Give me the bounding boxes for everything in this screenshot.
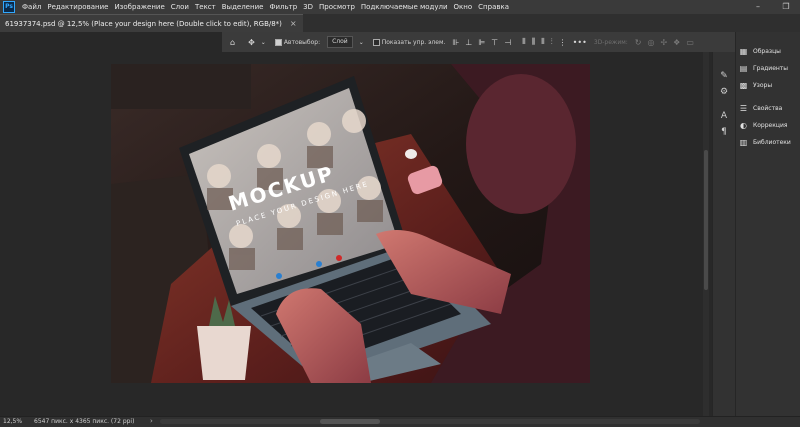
panel-swatches[interactable]: ▦ Образцы	[739, 45, 781, 57]
panel-adjustments[interactable]: ◐ Коррекция	[739, 119, 787, 131]
menu-file[interactable]: Файл	[19, 0, 44, 14]
panel-libraries[interactable]: ▥ Библиотеки	[739, 136, 791, 148]
menu-image[interactable]: Изображение	[111, 0, 167, 14]
panel-adjustments-label: Коррекция	[753, 121, 788, 129]
menu-type[interactable]: Текст	[192, 0, 219, 14]
panel-icon-dock: ✎ ⚙ A ¶	[712, 52, 735, 426]
align-center-icon[interactable]: ⊥	[465, 38, 472, 47]
properties-icon: ☰	[739, 103, 748, 113]
document-tab-title: 61937374.psd @ 12,5% (Place your design …	[5, 19, 282, 28]
distribute-center-icon[interactable]: ⫼	[532, 37, 536, 47]
panel-properties[interactable]: ☰ Свойства	[739, 102, 782, 114]
align-right-icon[interactable]: ⊫	[478, 38, 485, 47]
panels-dock: ▦ Образцы ▤ Градиенты ▩ Узоры ☰ Свойства…	[735, 32, 800, 426]
chevron-right-icon[interactable]: ›	[150, 417, 153, 425]
photoshop-logo[interactable]: Ps	[3, 1, 15, 13]
3d-camera-icon: ▭	[686, 37, 694, 47]
autoselect-label: Автовыбор:	[283, 38, 321, 46]
panel-gradients[interactable]: ▤ Градиенты	[739, 62, 788, 74]
document-tab[interactable]: 61937374.psd @ 12,5% (Place your design …	[0, 14, 303, 32]
horizontal-scroll-thumb[interactable]	[320, 419, 380, 424]
patterns-icon: ▩	[739, 80, 748, 90]
distribute-left-icon[interactable]: ⫴	[522, 37, 525, 47]
3d-roll-icon: ◎	[647, 37, 655, 47]
3d-slide-icon: ❖	[673, 37, 681, 47]
move-tool-icon[interactable]: ✥	[248, 38, 255, 47]
brush-icon[interactable]: ✎	[718, 70, 730, 82]
layer-select[interactable]: Слой	[327, 36, 353, 48]
align-top-icon[interactable]: ⊤	[491, 38, 498, 47]
panel-libraries-label: Библиотеки	[753, 138, 791, 146]
status-bar: 12,5% 6547 пикс. x 4365 пикс. (72 ppi) ›	[0, 416, 800, 427]
home-icon[interactable]: ⌂	[230, 38, 235, 47]
canvas-image[interactable]: MOCKUP PLACE YOUR DESIGN HERE	[111, 64, 590, 383]
menu-help[interactable]: Справка	[475, 0, 512, 14]
libraries-icon: ▥	[739, 137, 748, 147]
horizontal-scrollbar[interactable]	[160, 419, 700, 424]
panel-properties-label: Свойства	[753, 104, 783, 112]
3d-mode-label: 3D-режим:	[593, 38, 628, 46]
panel-patterns[interactable]: ▩ Узоры	[739, 79, 772, 91]
show-transform-checkbox[interactable]	[372, 38, 380, 46]
restore-icon[interactable]: ❐	[772, 0, 800, 14]
menu-layers[interactable]: Слои	[168, 0, 192, 14]
adjustments-icon: ◐	[740, 120, 747, 130]
align-middle-icon[interactable]: ⊣	[504, 38, 511, 47]
menu-3d[interactable]: 3D	[300, 0, 316, 14]
chevron-down-icon[interactable]: ⌄	[261, 39, 266, 46]
tool-presets-icon[interactable]: ⚙	[718, 86, 730, 98]
3d-pan-icon: ✢	[660, 37, 668, 47]
menu-edit[interactable]: Редактирование	[44, 0, 111, 14]
character-icon[interactable]: A	[718, 110, 730, 122]
menu-select[interactable]: Выделение	[219, 0, 267, 14]
minimize-icon[interactable]: –	[744, 0, 772, 14]
panel-swatches-label: Образцы	[753, 47, 781, 55]
swatches-icon: ▦	[739, 46, 748, 56]
distribute-bottom-icon[interactable]: ⋮	[559, 38, 567, 47]
options-bar: ⌂ ✥ ⌄ Автовыбор: Слой ⌄ Показать упр. эл…	[222, 32, 800, 52]
more-options-icon[interactable]: •••	[573, 38, 587, 47]
distribute-top-icon[interactable]: ⫶	[551, 37, 553, 47]
menu-view[interactable]: Просмотр	[316, 0, 358, 14]
menu-window[interactable]: Окно	[451, 0, 476, 14]
chevron-down-icon[interactable]: ⌄	[359, 39, 364, 46]
menu-filter[interactable]: Фильтр	[266, 0, 300, 14]
show-transform-label: Показать упр. элем.	[381, 38, 446, 46]
panel-gradients-label: Градиенты	[753, 64, 789, 72]
distribute-right-icon[interactable]: ⫴	[541, 37, 544, 47]
menu-plugins[interactable]: Подключаемые модули	[358, 0, 451, 14]
align-left-icon[interactable]: ⊪	[452, 38, 459, 47]
mockup-photo: MOCKUP PLACE YOUR DESIGN HERE	[111, 64, 590, 383]
paragraph-icon[interactable]: ¶	[718, 126, 730, 138]
close-icon[interactable]: ×	[290, 19, 297, 28]
autoselect-checkbox[interactable]	[274, 38, 282, 46]
gradients-icon: ▤	[739, 63, 748, 73]
vertical-scroll-thumb[interactable]	[704, 150, 708, 290]
3d-orbit-icon: ↻	[634, 37, 642, 47]
zoom-field[interactable]: 12,5%	[3, 418, 22, 425]
document-info: 6547 пикс. x 4365 пикс. (72 ppi)	[34, 418, 135, 425]
panel-patterns-label: Узоры	[753, 81, 773, 89]
document-tab-bar: 61937374.psd @ 12,5% (Place your design …	[0, 14, 800, 32]
menu-bar: Ps Файл Редактирование Изображение Слои …	[0, 0, 800, 14]
